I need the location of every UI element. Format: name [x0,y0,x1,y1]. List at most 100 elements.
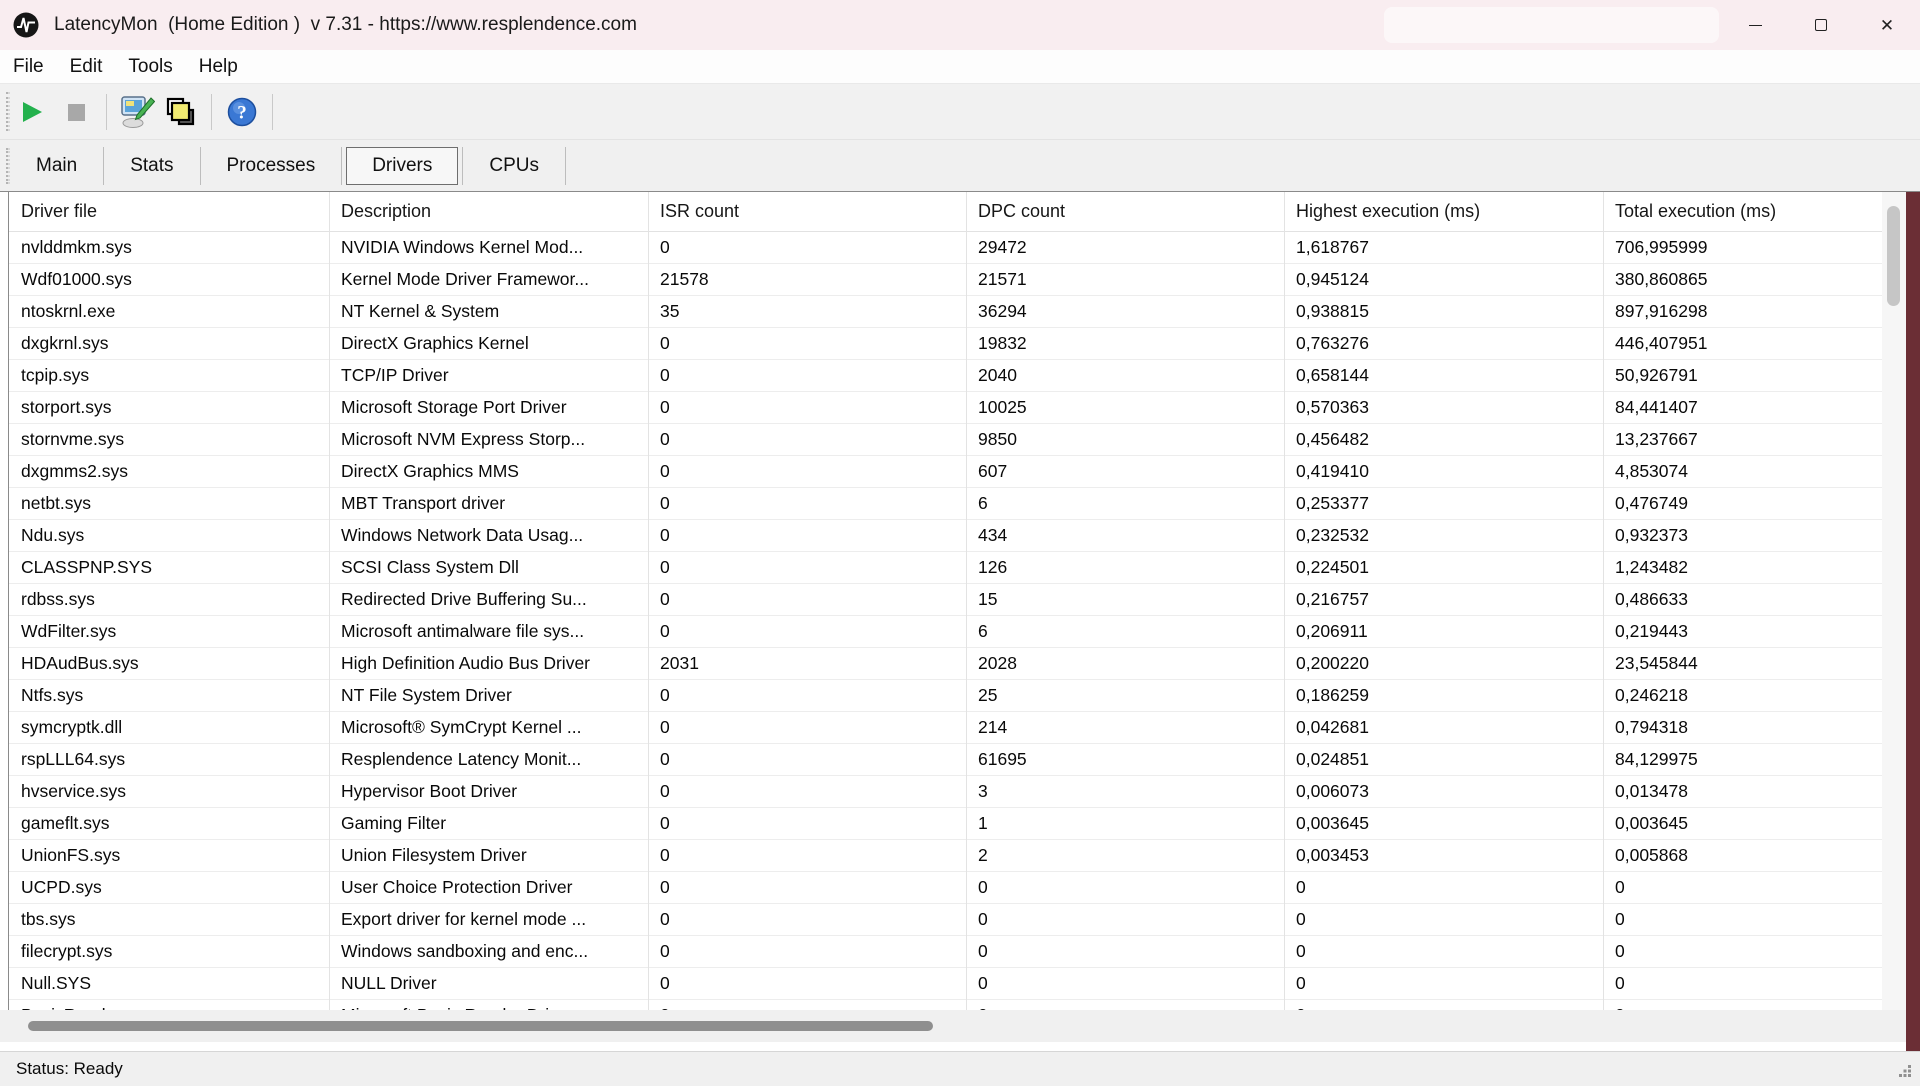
column-header-driver-file[interactable]: Driver file [9,201,329,222]
maximize-button[interactable] [1788,0,1854,50]
table-row[interactable]: nvlddmkm.sys NVIDIA Windows Kernel Mod..… [9,232,1882,264]
table-row[interactable]: dxgmms2.sys DirectX Graphics MMS 0 607 0… [9,456,1882,488]
table-row[interactable]: Ntfs.sys NT File System Driver 0 25 0,18… [9,680,1882,712]
options-button[interactable] [115,90,159,134]
table-row[interactable]: ntoskrnl.exe NT Kernel & System 35 36294… [9,296,1882,328]
stop-monitor-button[interactable] [54,90,98,134]
svg-text:?: ? [237,102,247,123]
table-row[interactable]: BasicRender.sys Microsoft Basic Render D… [9,1000,1882,1010]
isr-count-cell: 0 [648,941,966,962]
table-row[interactable]: HDAudBus.sys High Definition Audio Bus D… [9,648,1882,680]
description-cell: SCSI Class System Dll [329,557,648,578]
menu-file[interactable]: File [0,56,57,78]
total-execution-cell: 0,219443 [1603,621,1882,642]
table-row[interactable]: gameflt.sys Gaming Filter 0 1 0,003645 0… [9,808,1882,840]
table-row[interactable]: Wdf01000.sys Kernel Mode Driver Framewor… [9,264,1882,296]
table-row[interactable]: tbs.sys Export driver for kernel mode ..… [9,904,1882,936]
total-execution-cell: 84,441407 [1603,397,1882,418]
drivers-table: Driver file Description ISR count DPC co… [8,192,1882,1010]
description-cell: Microsoft® SymCrypt Kernel ... [329,717,648,738]
column-header-total-execution[interactable]: Total execution (ms) [1603,201,1882,222]
table-row[interactable]: UnionFS.sys Union Filesystem Driver 0 2 … [9,840,1882,872]
highest-execution-cell: 1,618767 [1284,237,1603,258]
table-row[interactable]: CLASSPNP.SYS SCSI Class System Dll 0 126… [9,552,1882,584]
highest-execution-cell: 0,419410 [1284,461,1603,482]
total-execution-cell: 0 [1603,909,1882,930]
toolbar-separator [106,94,107,130]
tab-main[interactable]: Main [10,147,103,185]
isr-count-cell: 0 [648,877,966,898]
table-row[interactable]: WdFilter.sys Microsoft antimalware file … [9,616,1882,648]
description-cell: Microsoft NVM Express Storp... [329,429,648,450]
table-row[interactable]: filecrypt.sys Windows sandboxing and enc… [9,936,1882,968]
column-header-isr-count[interactable]: ISR count [648,201,966,222]
start-monitor-button[interactable] [10,90,54,134]
driver-file-cell: UCPD.sys [9,877,329,898]
copy-report-button[interactable] [159,90,203,134]
table-row[interactable]: stornvme.sys Microsoft NVM Express Storp… [9,424,1882,456]
column-header-highest-execution[interactable]: Highest execution (ms) [1284,201,1603,222]
driver-file-cell: symcryptk.dll [9,717,329,738]
title-bar: LatencyMon (Home Edition ) v 7.31 - http… [0,0,1920,50]
table-row[interactable]: rdbss.sys Redirected Drive Buffering Su.… [9,584,1882,616]
window-title: LatencyMon (Home Edition ) v 7.31 - http… [54,14,637,36]
dpc-count-cell: 19832 [966,333,1284,354]
table-row[interactable]: Ndu.sys Windows Network Data Usag... 0 4… [9,520,1882,552]
horizontal-scrollbar-thumb[interactable] [28,1021,933,1031]
tab-cpus[interactable]: CPUs [463,147,565,185]
isr-count-cell: 0 [648,365,966,386]
total-execution-cell: 23,545844 [1603,653,1882,674]
description-cell: Union Filesystem Driver [329,845,648,866]
table-body: nvlddmkm.sys NVIDIA Windows Kernel Mod..… [9,232,1882,1010]
minimize-button[interactable] [1722,0,1788,50]
total-execution-cell: 0,794318 [1603,717,1882,738]
menu-tools[interactable]: Tools [115,56,185,78]
total-execution-cell: 0,486633 [1603,589,1882,610]
menu-help[interactable]: Help [186,56,251,78]
driver-file-cell: dxgkrnl.sys [9,333,329,354]
vertical-scrollbar[interactable] [1882,192,1906,1010]
total-execution-cell: 380,860865 [1603,269,1882,290]
total-execution-cell: 0,003645 [1603,813,1882,834]
tab-drivers[interactable]: Drivers [346,147,458,185]
table-row[interactable]: dxgkrnl.sys DirectX Graphics Kernel 0 19… [9,328,1882,360]
total-execution-cell: 0 [1603,973,1882,994]
highest-execution-cell: 0,003645 [1284,813,1603,834]
table-row[interactable]: rspLLL64.sys Resplendence Latency Monit.… [9,744,1882,776]
highest-execution-cell: 0 [1284,941,1603,962]
highest-execution-cell: 0,232532 [1284,525,1603,546]
highest-execution-cell: 0 [1284,909,1603,930]
driver-file-cell: rdbss.sys [9,589,329,610]
driver-file-cell: netbt.sys [9,493,329,514]
table-row[interactable]: tcpip.sys TCP/IP Driver 0 2040 0,658144 … [9,360,1882,392]
column-header-dpc-count[interactable]: DPC count [966,201,1284,222]
highest-execution-cell: 0,456482 [1284,429,1603,450]
toolbar-separator [211,94,212,130]
table-row[interactable]: UCPD.sys User Choice Protection Driver 0… [9,872,1882,904]
table-header-row: Driver file Description ISR count DPC co… [9,192,1882,232]
table-row[interactable]: netbt.sys MBT Transport driver 0 6 0,253… [9,488,1882,520]
isr-count-cell: 0 [648,973,966,994]
description-cell: DirectX Graphics Kernel [329,333,648,354]
menu-edit[interactable]: Edit [57,56,116,78]
resize-grip-icon[interactable] [1896,1062,1914,1080]
horizontal-scrollbar[interactable] [0,1010,1920,1042]
dpc-count-cell: 2 [966,845,1284,866]
dpc-count-cell: 21571 [966,269,1284,290]
column-header-description[interactable]: Description [329,201,648,222]
highest-execution-cell: 0,938815 [1284,301,1603,322]
table-row[interactable]: symcryptk.dll Microsoft® SymCrypt Kernel… [9,712,1882,744]
table-row[interactable]: storport.sys Microsoft Storage Port Driv… [9,392,1882,424]
vertical-scrollbar-thumb[interactable] [1887,206,1900,306]
dpc-count-cell: 10025 [966,397,1284,418]
table-row[interactable]: hvservice.sys Hypervisor Boot Driver 0 3… [9,776,1882,808]
tab-processes[interactable]: Processes [201,147,342,185]
table-row[interactable]: Null.SYS NULL Driver 0 0 0 0 [9,968,1882,1000]
description-cell: Microsoft Storage Port Driver [329,397,648,418]
tab-stats[interactable]: Stats [104,147,199,185]
dpc-count-cell: 1 [966,813,1284,834]
dpc-count-cell: 3 [966,781,1284,802]
help-button[interactable]: ? [220,90,264,134]
close-button[interactable]: ✕ [1854,0,1920,50]
dpc-count-cell: 15 [966,589,1284,610]
